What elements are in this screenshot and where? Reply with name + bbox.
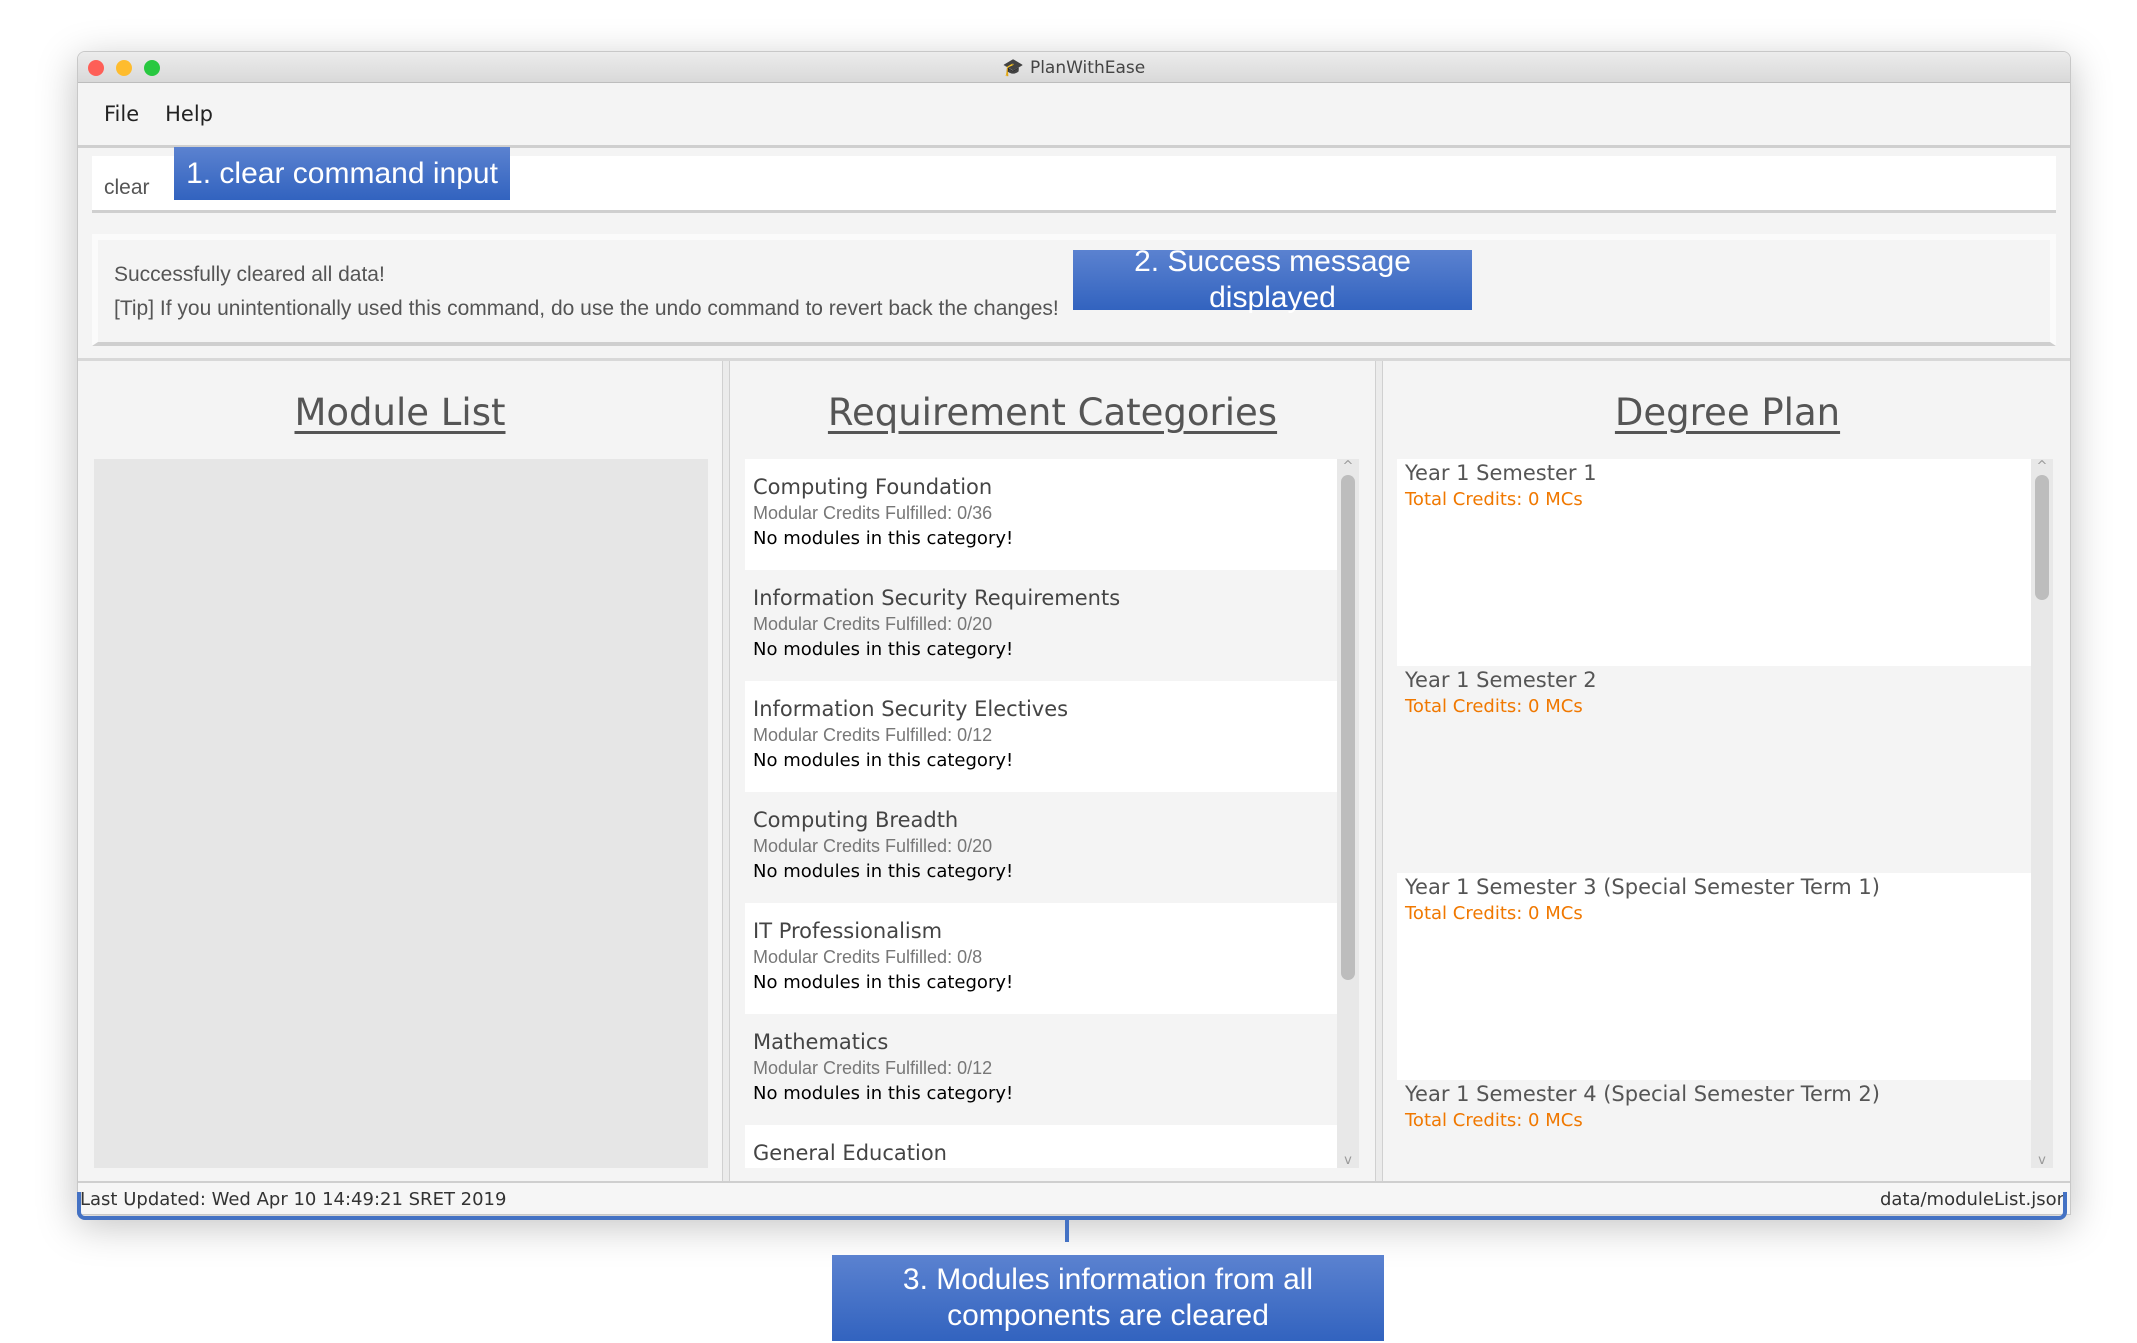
requirement-item[interactable]: Computing Breadth Modular Credits Fulfill…	[745, 792, 1337, 903]
requirement-item[interactable]: General Education	[745, 1125, 1337, 1168]
requirement-item[interactable]: Mathematics Modular Credits Fulfilled: 0/…	[745, 1014, 1337, 1125]
module-list-panel: Module List	[78, 361, 722, 1181]
semester-item[interactable]: Year 1 Semester 2 Total Credits: 0 MCs	[1397, 666, 2031, 873]
semester-item[interactable]: Year 1 Semester 3 (Special Semester Term…	[1397, 873, 2031, 1080]
semester-credits: Total Credits: 0 MCs	[1405, 489, 1583, 510]
category-modules: No modules in this category!	[753, 639, 1014, 660]
semester-name: Year 1 Semester 3 (Special Semester Term…	[1405, 875, 1880, 899]
scrollbar-thumb[interactable]	[1341, 475, 1355, 980]
requirement-scrollbar[interactable]: ^ v	[1337, 459, 1359, 1168]
annotation-2: 2. Success message displayed	[1073, 245, 1472, 314]
window-title: 🎓 PlanWithEase	[78, 58, 2070, 78]
degree-plan-scrollbar[interactable]: ^ v	[2031, 459, 2053, 1168]
degree-plan-panel: Degree Plan Year 1 Semester 1 Total Credi…	[1383, 361, 2070, 1181]
category-name: IT Professionalism	[753, 919, 943, 943]
category-name: Mathematics	[753, 1030, 889, 1054]
degree-plan-title: Degree Plan	[1614, 391, 1841, 434]
semester-item[interactable]: Year 1 Semester 1 Total Credits: 0 MCs	[1397, 459, 2031, 666]
category-name: Information Security Requirements	[753, 586, 1121, 610]
requirement-item[interactable]: Computing Foundation Modular Credits Fulf…	[745, 459, 1337, 570]
category-modules: No modules in this category!	[753, 1083, 1014, 1104]
category-credits: Modular Credits Fulfilled: 0/12	[753, 1058, 993, 1078]
menu-help[interactable]: Help	[165, 102, 213, 126]
window-title-text: PlanWithEase	[1029, 58, 1146, 78]
scroll-up-icon[interactable]: ^	[2031, 459, 2053, 474]
command-value: clear	[104, 176, 150, 199]
category-credits: Modular Credits Fulfilled: 0/36	[753, 503, 993, 523]
requirement-item[interactable]: Information Security Requirements Modular…	[745, 570, 1337, 681]
menu-bar: File Help	[78, 83, 2070, 148]
split-divider[interactable]	[1375, 361, 1383, 1181]
requirement-title: Requirement Categories	[827, 391, 1278, 434]
semester-item[interactable]: Year 1 Semester 4 (Special Semester Term…	[1397, 1080, 2031, 1168]
graduation-cap-icon: 🎓	[1002, 58, 1024, 78]
category-credits: Modular Credits Fulfilled: 0/12	[753, 725, 993, 745]
annotation-3: 3. Modules information from all componen…	[832, 1255, 1384, 1341]
scrollbar-thumb[interactable]	[2035, 475, 2049, 600]
category-credits: Modular Credits Fulfilled: 0/20	[753, 836, 993, 856]
degree-plan-list[interactable]: Year 1 Semester 1 Total Credits: 0 MCs Yea…	[1397, 459, 2031, 1168]
requirement-item[interactable]: IT Professionalism Modular Credits Fulfil…	[745, 903, 1337, 1014]
requirement-item[interactable]: Information Security Electives Modular Cr…	[745, 681, 1337, 792]
split-divider[interactable]	[722, 361, 730, 1181]
requirement-panel: Requirement Categories Computing Foundat…	[730, 361, 1375, 1181]
semester-name: Year 1 Semester 1	[1405, 461, 1597, 485]
category-name: Information Security Electives	[753, 697, 1069, 721]
category-modules: No modules in this category!	[753, 750, 1014, 771]
semester-credits: Total Credits: 0 MCs	[1405, 1110, 1583, 1131]
menu-file[interactable]: File	[104, 102, 139, 126]
semester-name: Year 1 Semester 2	[1405, 668, 1597, 692]
category-credits: Modular Credits Fulfilled: 0/8	[753, 947, 983, 967]
app-window: 🎓 PlanWithEase File Help clear Successful…	[77, 51, 2071, 1215]
title-bar: 🎓 PlanWithEase	[78, 52, 2070, 83]
requirement-list[interactable]: Computing Foundation Modular Credits Fulf…	[745, 459, 1337, 1168]
category-credits: Modular Credits Fulfilled: 0/20	[753, 614, 993, 634]
semester-credits: Total Credits: 0 MCs	[1405, 903, 1583, 924]
category-modules: No modules in this category!	[753, 972, 1014, 993]
annotation-1: 1. clear command input	[174, 147, 510, 200]
semester-name: Year 1 Semester 4 (Special Semester Term…	[1405, 1082, 1880, 1106]
scroll-down-icon[interactable]: v	[2031, 1153, 2053, 1168]
module-list[interactable]	[94, 459, 708, 1168]
annotation-bracket	[77, 1192, 2067, 1220]
category-name: Computing Breadth	[753, 808, 959, 832]
category-modules: No modules in this category!	[753, 528, 1014, 549]
category-modules: No modules in this category!	[753, 861, 1014, 882]
scroll-down-icon[interactable]: v	[1337, 1153, 1359, 1168]
scroll-up-icon[interactable]: ^	[1337, 459, 1359, 474]
category-name: Computing Foundation	[753, 475, 993, 499]
annotation-stem	[1065, 1218, 1069, 1242]
module-list-title: Module List	[294, 391, 506, 434]
category-name: General Education	[753, 1141, 947, 1165]
semester-credits: Total Credits: 0 MCs	[1405, 696, 1583, 717]
